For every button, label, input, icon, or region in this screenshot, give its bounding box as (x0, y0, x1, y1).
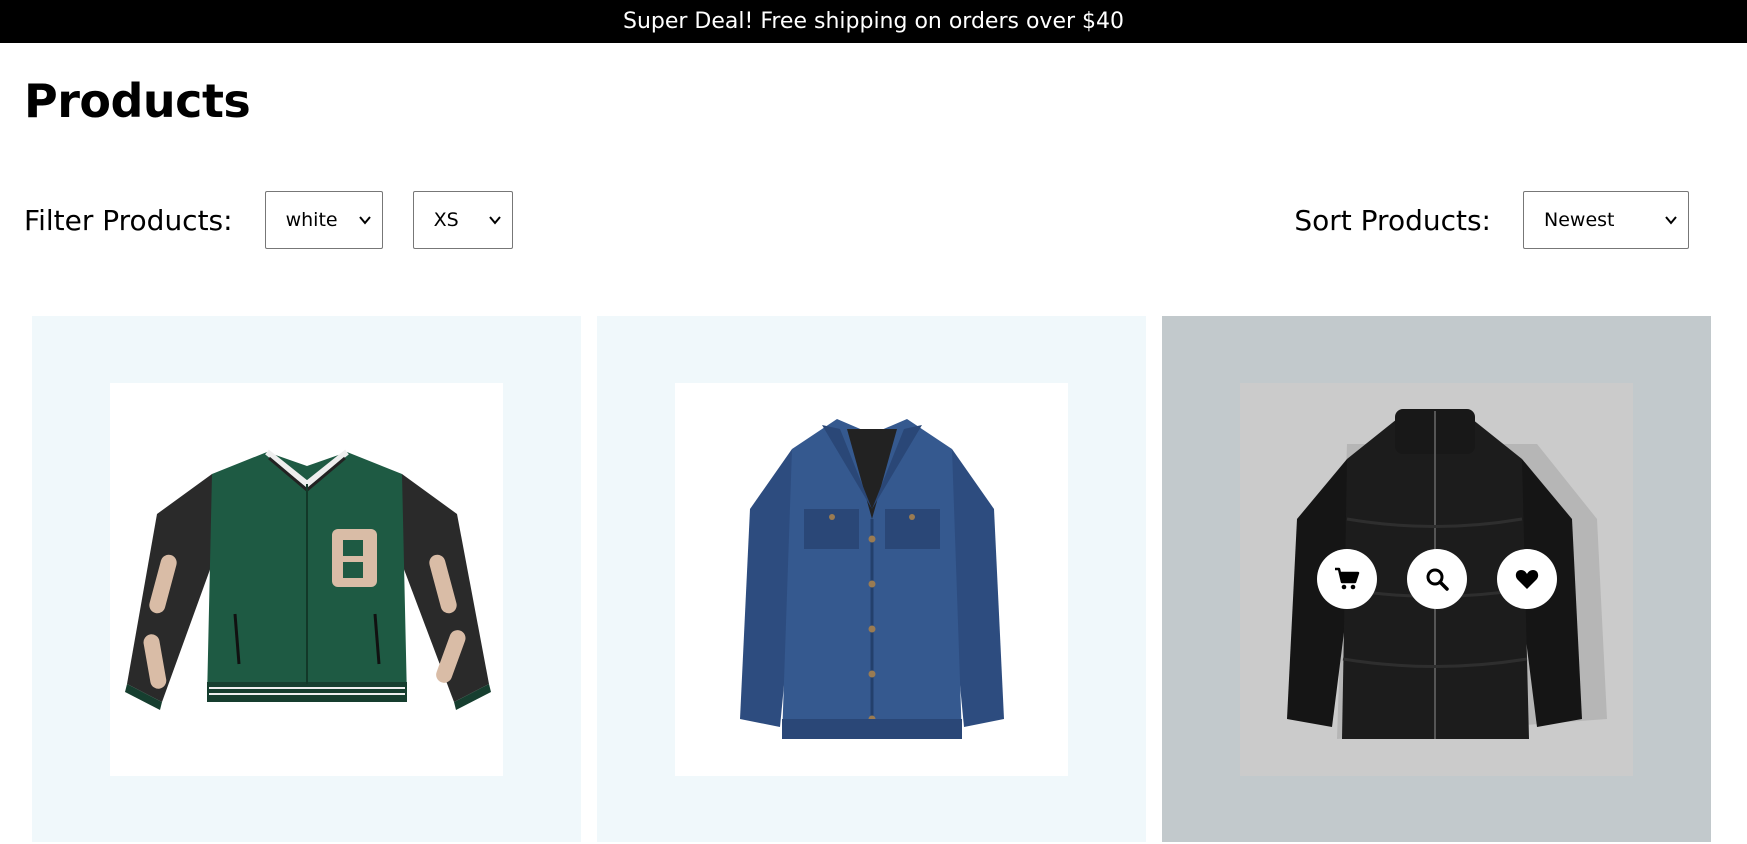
announcement-bar: Super Deal! Free shipping on orders over… (0, 0, 1747, 43)
search-icon (1426, 568, 1449, 591)
chevron-down-icon (488, 216, 501, 225)
sort-group: Sort Products: Newest (1294, 191, 1689, 249)
sort-value: Newest (1544, 209, 1615, 231)
product-card[interactable] (597, 316, 1146, 842)
product-image-frame (110, 382, 503, 776)
filter-label: Filter Products: (24, 203, 233, 237)
product-image-frame (675, 382, 1068, 776)
chevron-down-icon (358, 216, 371, 225)
product-image-frame (1240, 382, 1633, 776)
size-filter-value: XS (433, 209, 459, 231)
chevron-down-icon (1665, 216, 1677, 225)
add-to-wishlist-button[interactable] (1496, 549, 1557, 609)
color-filter-select[interactable]: white (264, 191, 383, 249)
quick-view-button[interactable] (1406, 549, 1467, 609)
filter-group: Filter Products: white XS (24, 191, 513, 249)
product-card[interactable] (1162, 316, 1711, 842)
size-filter-select[interactable]: XS (412, 191, 513, 249)
product-card[interactable] (32, 316, 581, 842)
sort-select[interactable]: Newest (1523, 191, 1689, 249)
cart-icon (1334, 567, 1359, 590)
color-filter-value: white (285, 209, 338, 231)
varsity-jacket-image (124, 449, 491, 710)
filter-bar: Filter Products: white XS Sort Products:… (24, 191, 1689, 249)
sort-label: Sort Products: (1294, 203, 1491, 237)
product-grid (32, 316, 1712, 842)
product-actions (1240, 383, 1633, 776)
page-title: Products (24, 74, 251, 128)
announcement-text: Super Deal! Free shipping on orders over… (622, 9, 1125, 34)
add-to-cart-button[interactable] (1316, 549, 1377, 609)
heart-icon (1515, 570, 1538, 589)
denim-jacket-image (739, 419, 1004, 739)
